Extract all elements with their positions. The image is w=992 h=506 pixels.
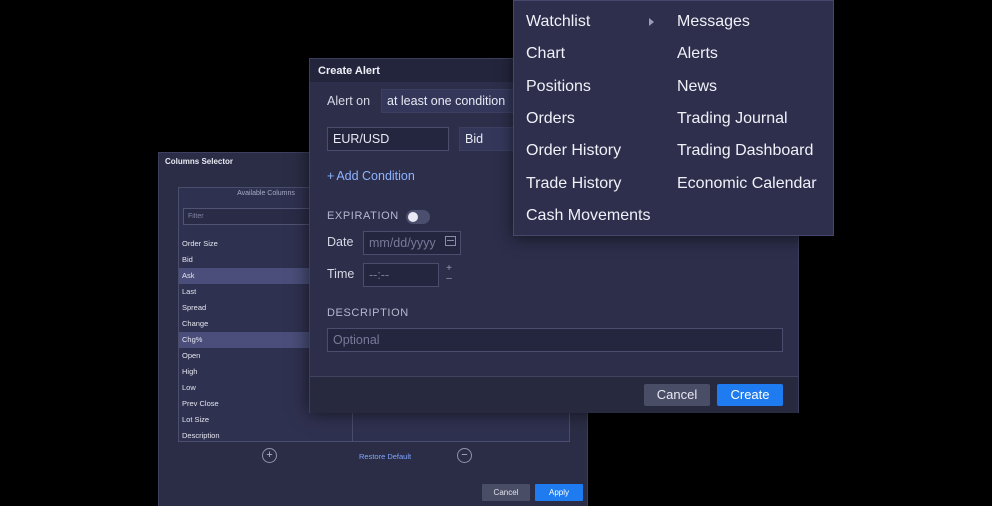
time-stepper[interactable]: + – xyxy=(441,264,457,285)
time-label: Time xyxy=(327,267,355,281)
symbol-field[interactable]: EUR/USD xyxy=(327,127,449,151)
add-condition-button[interactable]: + Add Condition xyxy=(327,169,415,183)
menu-item-news[interactable]: News xyxy=(677,78,717,96)
alert-on-select[interactable]: at least one condition xyxy=(381,89,521,113)
stepper-down-icon[interactable]: – xyxy=(441,274,457,284)
menu-item-order-history[interactable]: Order History xyxy=(526,142,621,160)
date-input[interactable]: mm/dd/yyyy xyxy=(363,231,461,255)
expiration-toggle[interactable] xyxy=(406,210,430,224)
create-button[interactable]: Create xyxy=(717,384,783,406)
menu-item-alerts[interactable]: Alerts xyxy=(677,45,718,63)
list-item[interactable]: Description xyxy=(179,428,353,444)
plus-circle-icon[interactable]: + xyxy=(262,448,277,463)
chevron-right-icon xyxy=(649,18,654,26)
menu-item-positions[interactable]: Positions xyxy=(526,78,591,96)
columns-selector-title: Columns Selector xyxy=(165,157,234,166)
alert-on-label: Alert on xyxy=(327,94,371,108)
cancel-button[interactable]: Cancel xyxy=(644,384,710,406)
description-label: DESCRIPTION xyxy=(327,307,409,319)
date-placeholder: mm/dd/yyyy xyxy=(369,236,436,250)
plus-icon: + xyxy=(327,169,335,183)
restore-default-link[interactable]: Restore Default xyxy=(359,452,411,461)
expiration-label: EXPIRATION xyxy=(327,210,399,222)
menu-item-chart[interactable]: Chart xyxy=(526,45,565,63)
apply-button[interactable]: Apply xyxy=(535,484,583,501)
date-label: Date xyxy=(327,235,354,249)
menu-item-messages[interactable]: Messages xyxy=(677,13,750,31)
menu-item-orders[interactable]: Orders xyxy=(526,110,575,128)
menu-item-economic-calendar[interactable]: Economic Calendar xyxy=(677,175,817,193)
time-input[interactable]: --:-- xyxy=(363,263,439,287)
menu-item-watchlist[interactable]: Watchlist xyxy=(526,13,590,31)
menu-item-trading-dashboard[interactable]: Trading Dashboard xyxy=(677,142,813,160)
menu-item-trading-journal[interactable]: Trading Journal xyxy=(677,110,788,128)
create-alert-title: Create Alert xyxy=(318,65,380,77)
columns-cancel-button[interactable]: Cancel xyxy=(482,484,530,501)
menu-item-trade-history[interactable]: Trade History xyxy=(526,175,621,193)
calendar-icon[interactable] xyxy=(445,236,456,246)
list-item[interactable]: Lot Size xyxy=(179,412,353,428)
minus-circle-icon[interactable]: − xyxy=(457,448,472,463)
description-input[interactable]: Optional xyxy=(327,328,783,352)
navigation-menu: Watchlist Chart Positions Orders Order H… xyxy=(513,0,834,236)
toggle-knob xyxy=(408,212,418,222)
price-type-select[interactable]: Bid xyxy=(459,127,521,151)
add-condition-label: Add Condition xyxy=(336,169,415,183)
menu-item-cash-movements[interactable]: Cash Movements xyxy=(526,207,651,225)
